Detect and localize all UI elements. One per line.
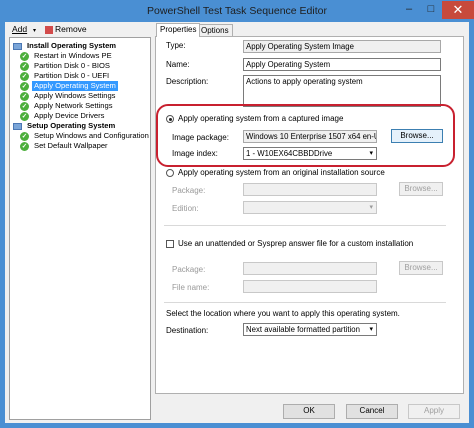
type-label: Type: xyxy=(166,41,186,50)
chevron-down-icon[interactable]: ▾ xyxy=(369,324,373,335)
tree-item-label: Apply Windows Settings xyxy=(34,91,116,100)
tree-item-apply-device-drivers[interactable]: ✓ Apply Device Drivers xyxy=(20,111,106,121)
unattend-checkbox-label[interactable]: Use an unattended or Sysprep answer file… xyxy=(178,239,413,249)
file-name-label: File name: xyxy=(172,283,210,292)
minimize-button[interactable]: – xyxy=(398,1,420,19)
description-label: Description: xyxy=(166,77,209,86)
browse-file-package-button[interactable]: Browse... xyxy=(399,261,443,275)
edition-select[interactable]: ▾ xyxy=(243,201,377,214)
callout-highlight xyxy=(156,104,455,167)
success-check-icon: ✓ xyxy=(20,131,29,141)
tree-item-label: Partition Disk 0 - BIOS xyxy=(34,61,110,70)
close-button[interactable]: ✕ xyxy=(442,1,474,19)
chevron-down-icon: ▾ xyxy=(369,204,373,211)
type-field: Apply Operating System Image xyxy=(243,40,441,53)
cancel-button[interactable]: Cancel xyxy=(346,404,398,419)
tree-group-install-os[interactable]: Install Operating System xyxy=(13,41,118,51)
title-bar[interactable]: PowerShell Test Task Sequence Editor – □… xyxy=(0,0,474,22)
tree-item-setup-windows[interactable]: ✓ Setup Windows and Configuration xyxy=(20,131,150,141)
task-sequence-tree[interactable]: Install Operating System ✓ Restart in Win… xyxy=(9,37,151,420)
description-input[interactable]: Actions to apply operating system xyxy=(243,75,441,107)
select-location-text: Select the location where you want to ap… xyxy=(166,309,400,318)
folder-icon xyxy=(13,42,22,50)
original-source-radio[interactable] xyxy=(166,169,174,177)
tree-item-label: Apply Device Drivers xyxy=(34,111,105,120)
divider xyxy=(164,225,446,226)
add-menu-button[interactable]: Add xyxy=(12,24,27,35)
file-package-field xyxy=(243,262,377,275)
tree-item-apply-windows-settings[interactable]: ✓ Apply Windows Settings xyxy=(20,91,117,101)
tree-group-setup-os[interactable]: Setup Operating System xyxy=(13,121,117,131)
divider xyxy=(164,302,446,303)
tree-group-label: Setup Operating System xyxy=(27,121,116,130)
tree-item-label: Partition Disk 0 - UEFI xyxy=(34,71,110,80)
original-source-option-label[interactable]: Apply operating system from an original … xyxy=(178,168,385,178)
success-check-icon: ✓ xyxy=(20,101,29,111)
unattend-checkbox[interactable] xyxy=(166,240,174,248)
success-check-icon: ✓ xyxy=(20,81,29,91)
tree-item-apply-os[interactable]: ✓ Apply Operating System xyxy=(20,81,118,91)
remove-icon[interactable] xyxy=(45,26,53,34)
tree-item-partition-uefi[interactable]: ✓ Partition Disk 0 - UEFI xyxy=(20,71,111,81)
tree-item-label: Set Default Wallpaper xyxy=(34,141,108,150)
file-package-label: Package: xyxy=(172,265,206,274)
success-check-icon: ✓ xyxy=(20,111,29,121)
editor-window: PowerShell Test Task Sequence Editor – □… xyxy=(0,0,474,428)
tree-item-label: Apply Network Settings xyxy=(34,101,113,110)
tree-item-label: Restart in Windows PE xyxy=(34,51,112,60)
success-check-icon: ✓ xyxy=(20,91,29,101)
package-label: Package: xyxy=(172,186,206,195)
destination-value: Next available formatted partition xyxy=(246,325,360,334)
tree-item-set-wallpaper[interactable]: ✓ Set Default Wallpaper xyxy=(20,141,110,151)
maximize-button[interactable]: □ xyxy=(420,1,442,19)
success-check-icon: ✓ xyxy=(20,61,29,71)
browse-package-button[interactable]: Browse... xyxy=(399,182,443,196)
chevron-down-icon[interactable]: ▾ xyxy=(33,26,36,37)
tree-item-restart-winpe[interactable]: ✓ Restart in Windows PE xyxy=(20,51,114,61)
success-check-icon: ✓ xyxy=(20,71,29,81)
tree-group-label: Install Operating System xyxy=(27,41,117,50)
remove-button[interactable]: Remove xyxy=(55,24,87,35)
folder-icon xyxy=(13,122,22,130)
tree-item-label: Apply Operating System xyxy=(32,81,118,91)
tree-item-apply-network-settings[interactable]: ✓ Apply Network Settings xyxy=(20,101,115,111)
file-name-field xyxy=(243,280,377,293)
tree-item-partition-bios[interactable]: ✓ Partition Disk 0 - BIOS xyxy=(20,61,112,71)
name-input[interactable]: Apply Operating System xyxy=(243,58,441,71)
success-check-icon: ✓ xyxy=(20,141,29,151)
tab-properties[interactable]: Properties xyxy=(156,23,201,37)
destination-select[interactable]: Next available formatted partition ▾ xyxy=(243,323,377,336)
ok-button[interactable]: OK xyxy=(283,404,335,419)
package-field xyxy=(243,183,377,196)
success-check-icon: ✓ xyxy=(20,51,29,61)
destination-label: Destination: xyxy=(166,326,209,335)
tree-item-label: Setup Windows and Configuration xyxy=(34,131,149,140)
apply-button[interactable]: Apply xyxy=(408,404,460,419)
edition-label: Edition: xyxy=(172,204,199,213)
name-label: Name: xyxy=(166,60,190,69)
